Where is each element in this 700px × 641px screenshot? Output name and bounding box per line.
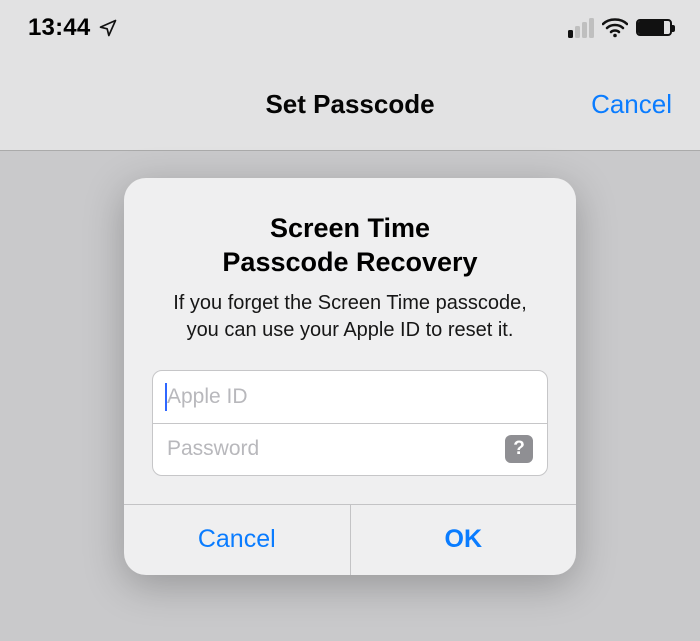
apple-id-input[interactable] <box>167 385 533 409</box>
location-icon <box>98 18 118 38</box>
dialog-button-row: Cancel OK <box>124 504 576 575</box>
dialog-title-line2: Passcode Recovery <box>222 247 477 277</box>
password-help-icon[interactable]: ? <box>505 435 533 463</box>
recovery-dialog: Screen Time Passcode Recovery If you for… <box>124 178 576 575</box>
battery-icon <box>636 19 672 36</box>
dialog-body: Screen Time Passcode Recovery If you for… <box>124 178 576 504</box>
password-field-row[interactable]: ? <box>153 423 547 475</box>
nav-bar: Set Passcode Cancel <box>0 63 700 151</box>
dialog-title: Screen Time Passcode Recovery <box>152 212 548 280</box>
status-right <box>568 18 672 38</box>
wifi-icon <box>602 18 628 38</box>
dialog-cancel-button[interactable]: Cancel <box>124 505 350 575</box>
dialog-message: If you forget the Screen Time passcode, … <box>152 290 548 344</box>
status-left: 13:44 <box>28 14 118 42</box>
dialog-ok-button[interactable]: OK <box>350 505 577 575</box>
help-symbol: ? <box>513 438 525 460</box>
cellular-signal-icon <box>568 18 594 38</box>
apple-id-field-row[interactable] <box>153 371 547 423</box>
dialog-title-line1: Screen Time <box>270 213 430 243</box>
input-group: ? <box>152 370 548 476</box>
text-caret <box>165 383 167 411</box>
password-input[interactable] <box>167 437 505 461</box>
status-time: 13:44 <box>28 14 90 42</box>
nav-cancel-button[interactable]: Cancel <box>591 89 672 120</box>
status-bar: 13:44 <box>0 0 700 63</box>
